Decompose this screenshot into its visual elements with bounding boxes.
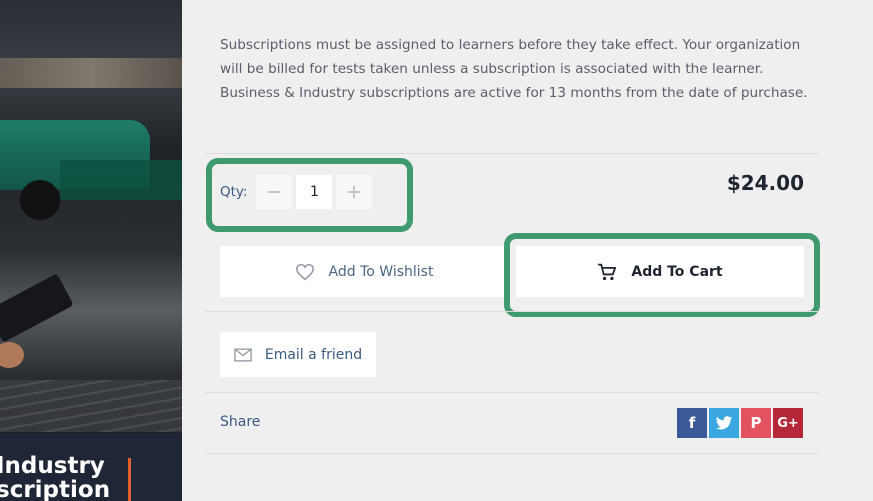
heart-icon xyxy=(295,263,314,280)
image-hand xyxy=(0,342,24,368)
product-description: Subscriptions must be assigned to learne… xyxy=(220,37,808,101)
twitter-icon xyxy=(715,415,733,430)
facebook-share-button[interactable]: f xyxy=(677,408,707,438)
google-plus-share-button[interactable]: G+ xyxy=(773,408,803,438)
image-banner-accent xyxy=(128,458,131,501)
share-label: Share xyxy=(220,414,261,430)
quantity-increase-button[interactable] xyxy=(336,175,373,209)
quantity-input[interactable] xyxy=(296,175,333,209)
image-truck-body xyxy=(60,160,182,200)
cart-label: Add To Cart xyxy=(631,263,723,280)
image-tablet xyxy=(0,273,74,343)
pinterest-share-button[interactable]: P xyxy=(741,408,771,438)
add-to-wishlist-button[interactable]: Add To Wishlist xyxy=(220,246,508,297)
wishlist-label: Add To Wishlist xyxy=(328,263,434,280)
quantity-decrease-button[interactable] xyxy=(256,175,293,209)
share-buttons: f P G+ xyxy=(677,408,803,438)
google-plus-icon: G+ xyxy=(777,415,799,431)
quantity-stepper: Qty: xyxy=(220,175,373,209)
image-wheel xyxy=(20,180,60,220)
quantity-label: Qty: xyxy=(220,184,248,200)
plus-icon xyxy=(348,186,361,198)
divider xyxy=(205,311,819,312)
product-image: Industry scription xyxy=(0,0,182,501)
divider xyxy=(205,153,819,154)
minus-icon xyxy=(268,191,281,193)
image-banner-text: Industry scription xyxy=(0,453,111,501)
divider xyxy=(205,453,819,454)
divider xyxy=(205,392,819,393)
facebook-icon: f xyxy=(688,414,696,432)
pinterest-icon: P xyxy=(750,414,762,432)
email-label: Email a friend xyxy=(264,346,363,363)
cart-icon xyxy=(598,263,617,280)
image-floor xyxy=(0,380,182,432)
email-a-friend-button[interactable]: Email a friend xyxy=(220,332,376,377)
product-price: $24.00 xyxy=(726,171,804,195)
mail-icon xyxy=(234,347,252,362)
add-to-cart-button[interactable]: Add To Cart xyxy=(516,246,804,297)
twitter-share-button[interactable] xyxy=(709,408,739,438)
image-roof xyxy=(0,58,182,88)
